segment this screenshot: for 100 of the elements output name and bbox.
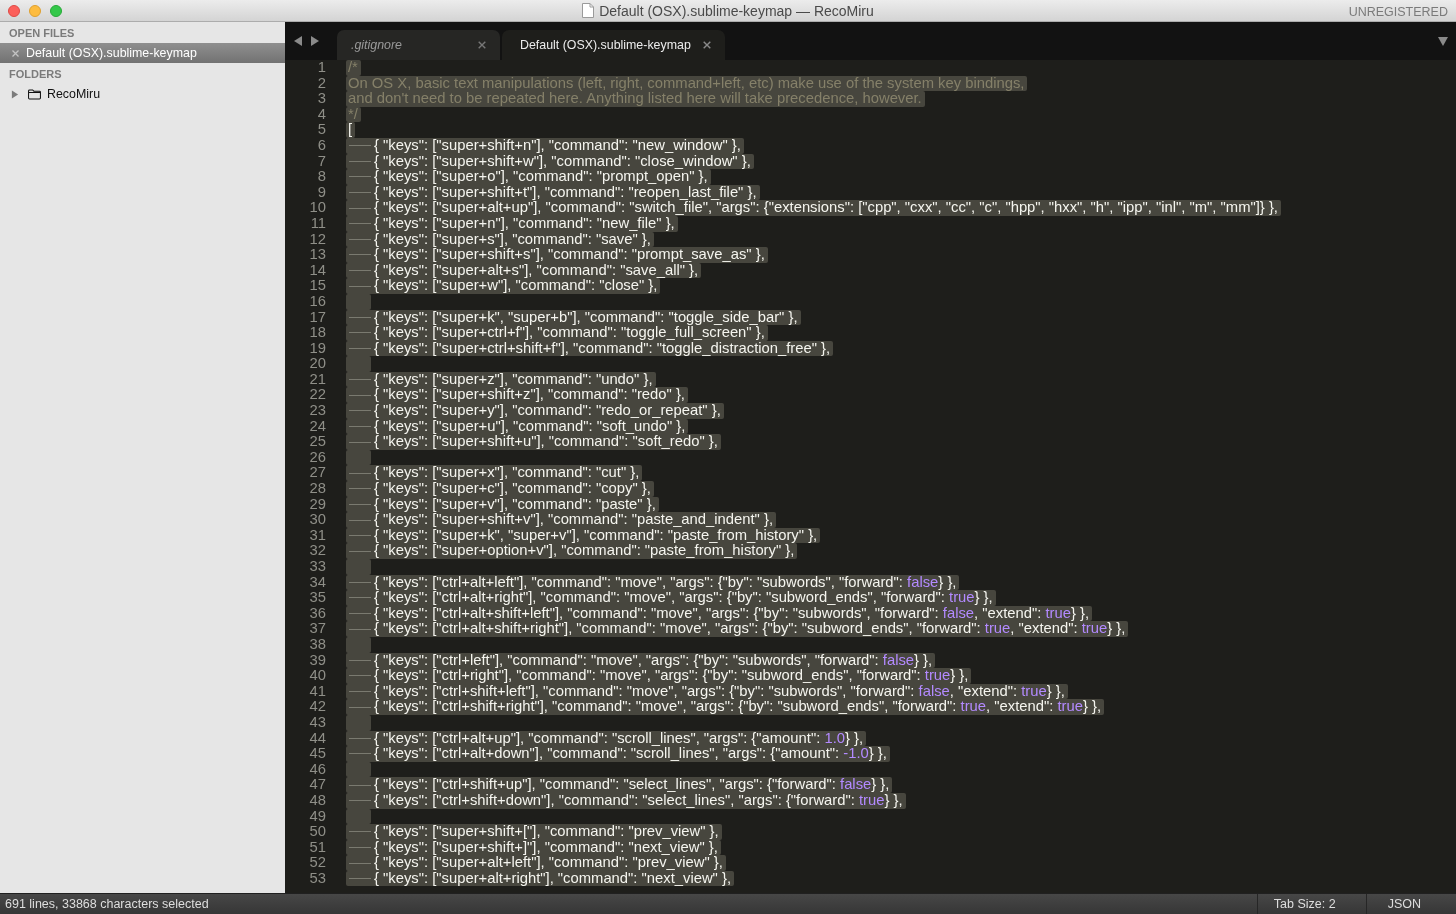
- zoom-window-icon[interactable]: [50, 4, 62, 17]
- line-number: 2: [316, 75, 326, 92]
- line-number: 30: [308, 512, 326, 528]
- code-line: { "keys": ["ctrl+alt+shift+left"], "command": "move", "args": {"by": "subwords", "forward": false, "extend": true} },: [374, 605, 1090, 622]
- line-number: 46: [308, 761, 326, 778]
- line-number: 24: [308, 418, 326, 435]
- line-number: 14: [308, 262, 326, 279]
- code-line: { "keys": ["super+alt+left"], "command": "prev_view" },: [374, 855, 723, 871]
- close-icon[interactable]: [702, 41, 711, 49]
- line-number: 52: [308, 855, 326, 871]
- line-number: 8: [316, 169, 326, 185]
- code-line: { "keys": ["super+v"], "command": "paste" },: [374, 496, 656, 513]
- line-number: 49: [308, 808, 326, 825]
- code-line: { "keys": ["super+shift+z"], "command": "redo" },: [374, 387, 685, 404]
- code-line: */: [348, 106, 358, 123]
- line-number: 26: [308, 449, 326, 466]
- line-number: 44: [308, 730, 326, 747]
- line-number: 9: [316, 184, 326, 201]
- code-line: { "keys": ["super+n"], "command": "new_file" },: [374, 215, 675, 232]
- code-line: { "keys": ["ctrl+shift+left"], "command": "move", "args": {"by": "subwords", "forward": false, "extend": true} },: [374, 683, 1065, 700]
- line-number: 48: [308, 792, 326, 809]
- right-arrow-icon[interactable]: [311, 36, 319, 46]
- code-line: { "keys": ["super+k", "super+b"], "command": "toggle_side_bar" },: [374, 309, 798, 326]
- code-line: { "keys": ["super+shift+u"], "command": "soft_redo" },: [374, 434, 718, 450]
- line-number: 43: [308, 714, 326, 731]
- code-line: { "keys": ["super+shift+v"], "command": "paste_and_indent" },: [374, 512, 773, 528]
- open-file-item[interactable]: Default (OSX).sublime-keymap: [0, 43, 285, 63]
- line-number: 11: [309, 215, 326, 232]
- line-number: 17: [308, 309, 326, 326]
- code-line: { "keys": ["ctrl+alt+right"], "command": "move", "args": {"by": "subword_ends", "forward": true} },: [374, 590, 993, 606]
- document-icon: [582, 3, 595, 18]
- code-line: { "keys": ["super+alt+up"], "command": "switch_file", "args": {"extensions": ["cpp", "cxx", "cc", "c", "hpp", "hxx", "h", "ipp", "inl", "m", "mm"]} },: [374, 200, 1278, 216]
- window-title: Default (OSX).sublime-keymap — RecoMiru: [599, 2, 874, 19]
- line-number: 31: [308, 527, 326, 544]
- code-line: { "keys": ["super+c"], "command": "copy" },: [374, 481, 651, 497]
- line-number: 27: [308, 465, 326, 482]
- code-line: { "keys": ["super+shift+n"], "command": "new_window" },: [374, 137, 741, 154]
- code-line: { "keys": ["super+s"], "command": "save" },: [374, 231, 651, 248]
- tab-size-indicator[interactable]: Tab Size: 2: [1256, 894, 1366, 914]
- code-line: { "keys": ["ctrl+left"], "command": "move", "args": {"by": "subwords", "forward": false} },: [374, 652, 933, 669]
- code-line: [: [348, 122, 353, 138]
- code-line: { "keys": ["super+shift+w"], "command": "close_window" },: [374, 153, 751, 170]
- code-line: { "keys": ["super+shift+["], "command": "prev_view" },: [374, 824, 719, 840]
- tab[interactable]: Default (OSX).sublime-keymap: [502, 30, 725, 60]
- close-icon[interactable]: [12, 49, 19, 57]
- line-number: 3: [316, 91, 326, 107]
- line-number: 21: [308, 371, 326, 388]
- line-number: 39: [308, 652, 326, 669]
- line-number: 33: [308, 559, 326, 575]
- line-number: 37: [308, 621, 326, 637]
- close-icon[interactable]: [478, 41, 486, 49]
- code-line: { "keys": ["super+alt+s"], "command": "save_all" },: [374, 262, 699, 279]
- code-line: { "keys": ["super+y"], "command": "redo_or_repeat" },: [374, 403, 721, 419]
- code-line: { "keys": ["super+w"], "command": "close" },: [374, 278, 658, 294]
- status-message: 691 lines, 33868 characters selected: [4, 896, 210, 913]
- tab[interactable]: .gitignore: [337, 30, 500, 60]
- code-line: { "keys": ["super+z"], "command": "undo" },: [374, 371, 653, 388]
- code-line: { "keys": ["ctrl+alt+up"], "command": "scroll_lines", "args": {"amount": 1.0} },: [374, 730, 864, 747]
- code-line: { "keys": ["super+shift+]"], "command": "next_view" },: [374, 839, 718, 856]
- code-line: { "keys": ["super+o"], "command": "prompt_open" },: [374, 169, 708, 185]
- line-number: 50: [308, 824, 326, 840]
- code-line: { "keys": ["super+shift+s"], "command": "prompt_save_as" },: [374, 247, 765, 263]
- folder-item[interactable]: RecoMiru: [0, 84, 285, 104]
- code-line: On OS X, basic text manipulations (left, right, command+left, etc) make use of the system key bindings,: [348, 75, 1025, 92]
- line-number: 42: [308, 699, 326, 715]
- line-number: 20: [308, 356, 326, 372]
- code-line: { "keys": ["ctrl+alt+down"], "command": "scroll_lines", "args": {"amount": -1.0} },: [374, 746, 887, 762]
- code-line: /*: [348, 60, 358, 76]
- syntax-indicator[interactable]: JSON: [1365, 894, 1456, 914]
- line-number: 51: [308, 839, 326, 856]
- code-line: { "keys": ["super+ctrl+f"], "command": "toggle_full_screen" },: [374, 325, 765, 341]
- line-number: 28: [308, 481, 326, 497]
- caret-right-icon[interactable]: [11, 89, 19, 99]
- line-number: 25: [308, 434, 326, 450]
- line-number: 40: [308, 668, 326, 684]
- line-number: 53: [308, 870, 326, 887]
- line-number: 1: [316, 60, 326, 76]
- caret-down-icon[interactable]: [1438, 36, 1448, 46]
- line-number: 23: [308, 403, 326, 419]
- line-number: 16: [308, 293, 326, 310]
- sidebar-section-title: OPEN FILES: [8, 25, 76, 41]
- line-number: 18: [308, 325, 326, 341]
- code-line: { "keys": ["ctrl+alt+shift+right"], "command": "move", "args": {"by": "subword_ends", "forward": true, "extend": true} },: [374, 621, 1126, 637]
- line-number: 41: [308, 683, 326, 700]
- code-line: { "keys": ["super+k", "super+v"], "command": "paste_from_history" },: [374, 527, 818, 544]
- line-number: 6: [316, 137, 326, 154]
- line-number: 15: [308, 278, 326, 294]
- line-number: 36: [308, 605, 326, 622]
- code-line: { "keys": ["ctrl+right"], "command": "move", "args": {"by": "subword_ends", "forward": true} },: [374, 668, 969, 684]
- code-line: { "keys": ["super+option+v"], "command": "paste_from_history" },: [374, 543, 795, 559]
- code-line: and don't need to be repeated here. Anything listed here will take precedence, however.: [348, 91, 922, 107]
- line-number: 35: [308, 590, 326, 606]
- folder-icon: [28, 88, 41, 100]
- close-window-icon[interactable]: [8, 4, 20, 17]
- line-number: 34: [308, 574, 326, 591]
- line-number: 5: [316, 122, 326, 138]
- registration-label: UNREGISTERED: [1348, 4, 1448, 19]
- left-arrow-icon[interactable]: [294, 36, 302, 46]
- code-line: { "keys": ["super+u"], "command": "soft_undo" },: [374, 418, 686, 435]
- code-line: { "keys": ["ctrl+shift+down"], "command": "select_lines", "args": {"forward": true} },: [374, 792, 903, 809]
